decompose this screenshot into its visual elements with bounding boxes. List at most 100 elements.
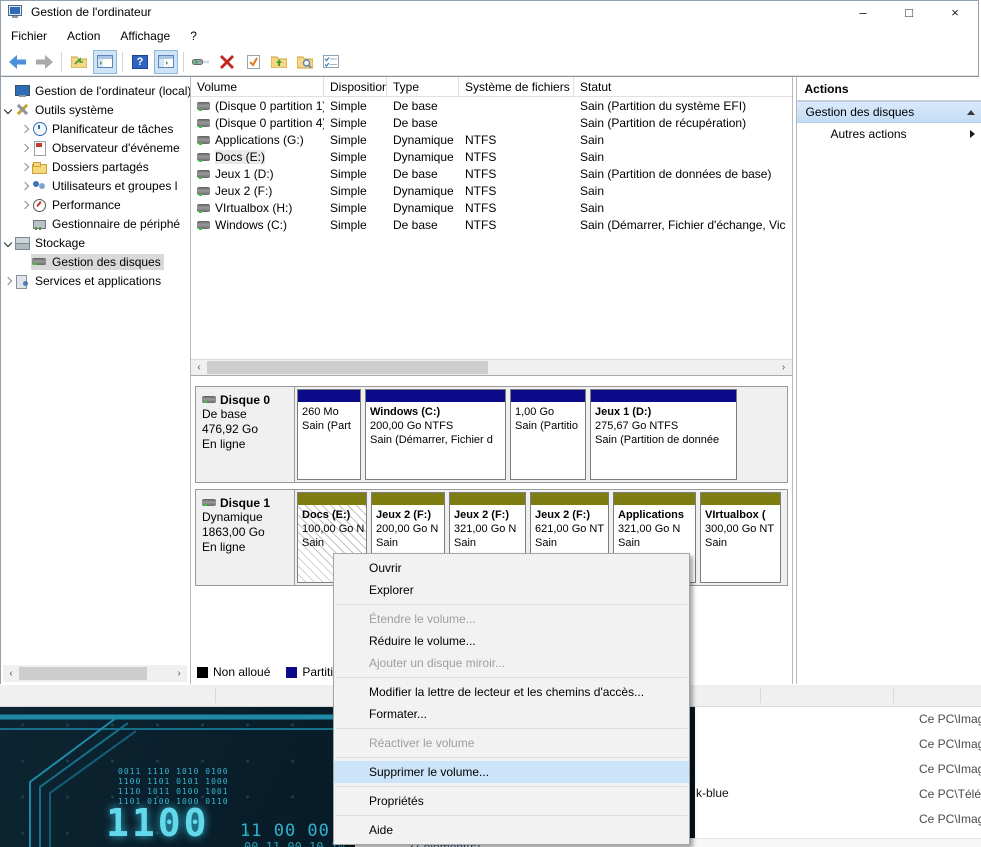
- tree-item-stockage[interactable]: Stockage: [1, 233, 190, 252]
- chevron-down-icon[interactable]: [1, 240, 14, 246]
- maximize-button[interactable]: □: [886, 1, 932, 23]
- menu-fichier[interactable]: Fichier: [1, 25, 57, 47]
- scroll-left-arrow[interactable]: ‹: [3, 665, 19, 682]
- help-icon[interactable]: ?: [128, 50, 152, 74]
- chevron-right-icon[interactable]: [18, 183, 31, 189]
- partition-virtualbox-h[interactable]: VIrtualbox ( 300,00 Go NT Sain: [700, 492, 781, 583]
- tree-item-services-applications[interactable]: Services et applications: [1, 271, 190, 290]
- chevron-right-icon[interactable]: [18, 164, 31, 170]
- menu-affichage[interactable]: Affichage: [110, 25, 180, 47]
- scroll-thumb[interactable]: [207, 361, 488, 374]
- titlebar[interactable]: Gestion de l'ordinateur – □ ×: [1, 1, 978, 23]
- folder-search-icon[interactable]: [293, 50, 317, 74]
- tree-item-label: Performance: [52, 198, 121, 212]
- partition-jeux1-d[interactable]: Jeux 1 (D:) 275,67 Go NTFS Sain (Partiti…: [590, 389, 737, 480]
- table-row[interactable]: Windows (C:) Simple De base NTFS Sain (D…: [191, 216, 792, 233]
- tree-horizontal-scrollbar[interactable]: ‹ ›: [3, 665, 187, 682]
- volume-table-header: Volume Disposition Type Système de fichi…: [191, 77, 792, 97]
- toolbar-separator: [61, 52, 62, 72]
- partition-recovery[interactable]: 1,00 Go Sain (Partitio: [510, 389, 586, 480]
- menu-help[interactable]: ?: [180, 25, 207, 47]
- tree-item-label: Utilisateurs et groupes l: [52, 179, 177, 193]
- table-row[interactable]: Jeux 2 (F:) Simple Dynamique NTFS Sain: [191, 182, 792, 199]
- folder-up-icon[interactable]: [267, 50, 291, 74]
- menu-action[interactable]: Action: [57, 25, 110, 47]
- action-autres-actions[interactable]: Autres actions: [797, 123, 981, 145]
- scroll-thumb[interactable]: [19, 667, 147, 680]
- legend-unallocated: Non alloué: [197, 665, 270, 679]
- tree-item-label: Observateur d'événeme: [52, 141, 180, 155]
- menu-item-proprietes[interactable]: Propriétés: [334, 790, 689, 812]
- menu-item-aide[interactable]: Aide: [334, 819, 689, 841]
- table-row[interactable]: Jeux 1 (D:) Simple De base NTFS Sain (Pa…: [191, 165, 792, 182]
- chevron-right-icon[interactable]: [18, 126, 31, 132]
- table-row[interactable]: (Disque 0 partition 1) Simple De base Sa…: [191, 97, 792, 114]
- tree-item-observateur[interactable]: Observateur d'événeme: [1, 138, 190, 157]
- menu-item-etendre-volume: Étendre le volume...: [334, 608, 689, 630]
- menu-item-ouvrir[interactable]: Ouvrir: [334, 557, 689, 579]
- disk-size: 1863,00 Go: [202, 525, 288, 540]
- tree-item-gestion-des-disques[interactable]: Gestion des disques: [1, 252, 190, 271]
- close-button[interactable]: ×: [932, 1, 978, 23]
- column-header-type[interactable]: Type: [387, 77, 459, 97]
- checklist-icon[interactable]: [319, 50, 343, 74]
- disk-1-info[interactable]: Disque 1 Dynamique 1863,00 Go En ligne: [196, 490, 295, 585]
- event-viewer-icon: [32, 141, 47, 155]
- export-folder-icon[interactable]: [67, 50, 91, 74]
- back-arrow-icon[interactable]: [6, 50, 30, 74]
- menu-item-reduire-volume[interactable]: Réduire le volume...: [334, 630, 689, 652]
- chevron-right-icon[interactable]: [1, 278, 14, 284]
- remote-tool-icon[interactable]: [189, 50, 213, 74]
- services-icon: [15, 274, 30, 288]
- file-location: Ce PC\Imag: [919, 737, 981, 751]
- column-header-filesystem[interactable]: Système de fichiers: [459, 77, 574, 97]
- menu-item-formater[interactable]: Formater...: [334, 703, 689, 725]
- action-pane-toggle-icon[interactable]: [154, 50, 178, 74]
- tree-item-performance[interactable]: Performance: [1, 195, 190, 214]
- users-icon: [32, 179, 47, 193]
- menu-item-explorer[interactable]: Explorer: [334, 579, 689, 601]
- tree-item-planificateur[interactable]: Planificateur de tâches: [1, 119, 190, 138]
- list-horizontal-scrollbar[interactable]: ‹ ›: [191, 359, 792, 376]
- file-location: Ce PC\Imag: [919, 762, 981, 776]
- scroll-right-arrow[interactable]: ›: [171, 665, 187, 682]
- menu-item-modifier-lettre[interactable]: Modifier la lettre de lecteur et les che…: [334, 681, 689, 703]
- table-row[interactable]: Applications (G:) Simple Dynamique NTFS …: [191, 131, 792, 148]
- partition-color-band: [511, 390, 585, 402]
- chevron-right-icon[interactable]: [18, 202, 31, 208]
- check-document-icon[interactable]: [241, 50, 265, 74]
- volume-icon: [197, 221, 210, 229]
- action-group-gestion-des-disques[interactable]: Gestion des disques: [797, 101, 981, 123]
- chevron-down-icon[interactable]: [1, 107, 14, 113]
- tree-item-computer-management[interactable]: Gestion de l'ordinateur (local): [1, 81, 190, 100]
- disk-0-info[interactable]: Disque 0 De base 476,92 Go En ligne: [196, 387, 295, 482]
- column-header-volume[interactable]: Volume: [191, 77, 324, 97]
- column-header-disposition[interactable]: Disposition: [324, 77, 387, 97]
- scroll-left-arrow[interactable]: ‹: [191, 359, 207, 376]
- menu-separator: [336, 815, 687, 816]
- tree-item-outils-systeme[interactable]: Outils système: [1, 100, 190, 119]
- forward-arrow-icon[interactable]: [32, 50, 56, 74]
- actions-header: Actions: [797, 77, 981, 101]
- column-divider: [760, 688, 761, 703]
- scroll-right-arrow[interactable]: ›: [776, 359, 792, 376]
- tree-item-utilisateurs[interactable]: Utilisateurs et groupes l: [1, 176, 190, 195]
- table-row[interactable]: (Disque 0 partition 4) Simple De base Sa…: [191, 114, 792, 131]
- table-row-selected[interactable]: Docs (E:) Simple Dynamique NTFS Sain: [191, 148, 792, 165]
- collapse-arrow-icon[interactable]: [967, 110, 975, 115]
- partition-color-band: [372, 493, 444, 505]
- menu-item-supprimer-volume[interactable]: Supprimer le volume...: [334, 761, 689, 783]
- tree-item-dossiers-partages[interactable]: Dossiers partagés: [1, 157, 190, 176]
- actions-pane: Actions Gestion des disques Autres actio…: [796, 77, 981, 684]
- partition-windows-c[interactable]: Windows (C:) 200,00 Go NTFS Sain (Démarr…: [365, 389, 506, 480]
- tree-item-gestionnaire-peripheriques[interactable]: Gestionnaire de périphé: [1, 214, 190, 233]
- delete-x-icon[interactable]: [215, 50, 239, 74]
- partition-efi[interactable]: 260 Mo Sain (Part: [297, 389, 361, 480]
- minimize-button[interactable]: –: [840, 1, 886, 23]
- column-header-statut[interactable]: Statut: [574, 77, 792, 97]
- table-row[interactable]: VIrtualbox (H:) Simple Dynamique NTFS Sa…: [191, 199, 792, 216]
- chevron-right-icon[interactable]: [18, 145, 31, 151]
- console-tree-toggle-icon[interactable]: [93, 50, 117, 74]
- menu-separator: [336, 604, 687, 605]
- computer-icon: [15, 84, 30, 98]
